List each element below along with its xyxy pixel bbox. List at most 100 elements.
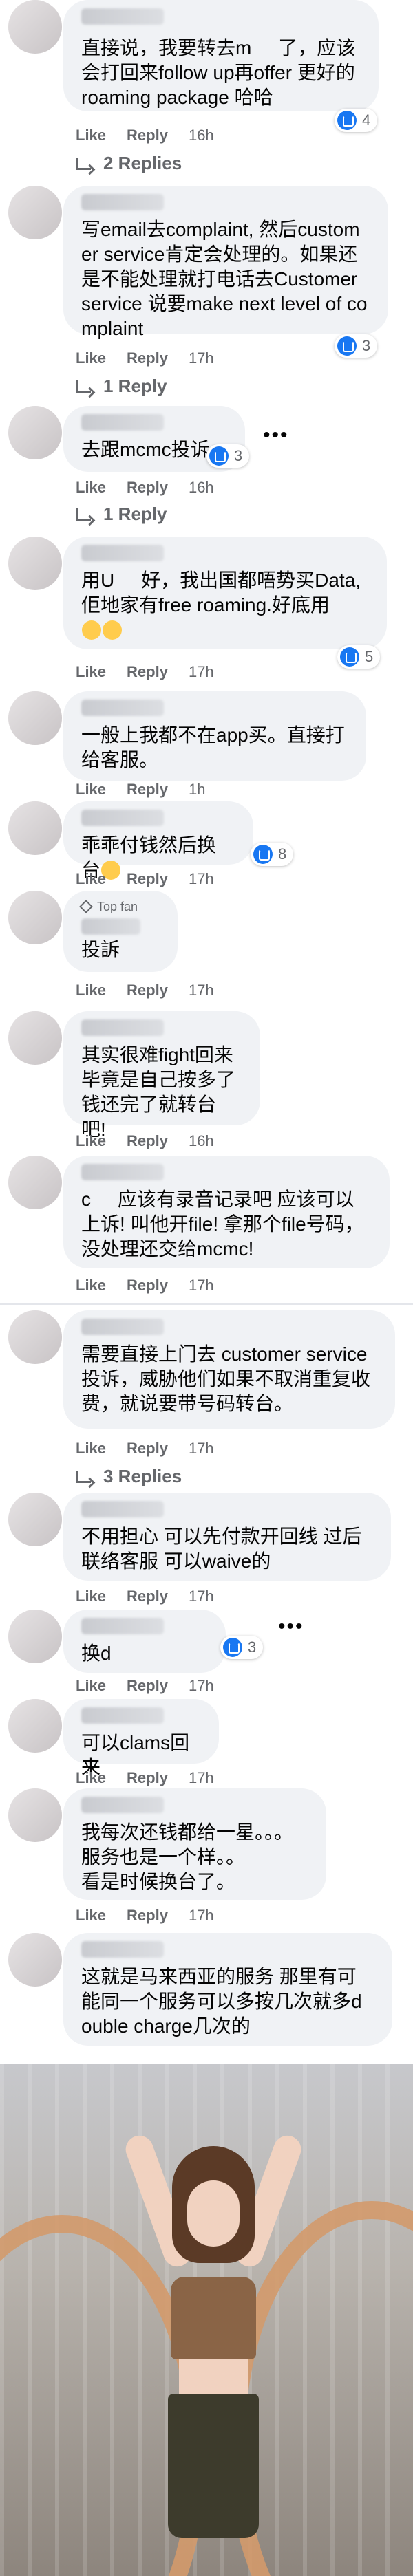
author-name-redacted[interactable] (81, 8, 164, 25)
reply-button[interactable]: Reply (127, 1769, 168, 1787)
comment-bubble: 我每次还钱都给一星。。。 服务也是一个样。。 看是时候换台了。 (63, 1788, 326, 1900)
view-replies-link[interactable]: 2 Replies (76, 153, 182, 174)
avatar[interactable] (8, 406, 62, 459)
author-name-redacted[interactable] (81, 414, 164, 431)
like-button[interactable]: Like (76, 1677, 106, 1695)
reply-button[interactable]: Reply (127, 1907, 168, 1925)
avatar[interactable] (8, 1493, 62, 1546)
comment-bubble: Top fan 投訴 (63, 891, 178, 972)
author-name-redacted[interactable] (81, 1019, 164, 1036)
reply-button[interactable]: Reply (127, 781, 168, 799)
comment: c 应该有录音记录吧 应该可以上诉! 叫他开file! 拿那个file号码，没处… (0, 1156, 413, 1300)
more-options-icon[interactable]: ••• (263, 424, 289, 447)
author-name-redacted[interactable] (81, 1319, 164, 1335)
reply-button[interactable]: Reply (127, 982, 168, 999)
timestamp: 17h (188, 349, 214, 367)
comment-bubble: 写email去complaint, 然后customer service肯定会处… (63, 186, 388, 339)
author-name-redacted[interactable] (81, 545, 164, 561)
timestamp: 1h (188, 781, 206, 798)
comment-actions: Like Reply 1h (76, 781, 205, 799)
like-reaction-icon (223, 1638, 242, 1657)
author-name-redacted[interactable] (81, 1618, 164, 1634)
like-button[interactable]: Like (76, 1440, 106, 1458)
like-button[interactable]: Like (76, 1588, 106, 1605)
reaction-count[interactable]: 8 (251, 843, 294, 866)
reaction-count[interactable]: 3 (220, 1636, 264, 1659)
reaction-count[interactable]: 4 (335, 109, 378, 132)
author-name-redacted[interactable] (81, 918, 140, 935)
comment: 需要直接上门去 customer service 投诉，威胁他们如果不取消重复收… (0, 1310, 413, 1489)
more-options-icon[interactable]: ••• (278, 1615, 304, 1638)
like-reaction-icon (337, 336, 357, 356)
comment-actions: Like Reply 17h (76, 1677, 214, 1695)
avatar[interactable] (8, 537, 62, 590)
avatar[interactable] (8, 1699, 62, 1753)
author-name-redacted[interactable] (81, 1164, 164, 1180)
reply-arrow-icon (76, 380, 91, 393)
emoji-icon (81, 619, 123, 640)
like-button[interactable]: Like (76, 1907, 106, 1925)
reply-button[interactable]: Reply (127, 663, 168, 681)
like-button[interactable]: Like (76, 781, 106, 799)
view-replies-link[interactable]: 3 Replies (76, 1466, 182, 1487)
view-replies-link[interactable]: 1 Reply (76, 376, 167, 397)
like-button[interactable]: Like (76, 870, 106, 888)
like-button[interactable]: Like (76, 479, 106, 497)
reaction-count[interactable]: 5 (337, 645, 381, 669)
avatar[interactable] (8, 1156, 62, 1209)
author-name-redacted[interactable] (81, 1707, 164, 1724)
comment-text: 用U 好，我出国都唔势买Data,佢地家有free roaming.好底用 (81, 570, 361, 616)
avatar[interactable] (8, 0, 62, 54)
comment-text: 需要直接上门去 customer service 投诉，威胁他们如果不取消重复收… (81, 1343, 373, 1414)
avatar[interactable] (8, 801, 62, 855)
reply-button[interactable]: Reply (127, 349, 168, 367)
comment-bubble: 可以clams回来 (63, 1699, 219, 1778)
reply-button[interactable]: Reply (127, 1440, 168, 1458)
reaction-count[interactable]: 3 (335, 334, 378, 358)
view-replies-link[interactable]: 1 Reply (76, 504, 167, 525)
comment: 我每次还钱都给一星。。。 服务也是一个样。。 看是时候换台了。 Like Rep… (0, 1788, 413, 1926)
comments-feed: 直接说，我要转去m 了，应该会打回来follow up再offer 更好的roa… (0, 0, 413, 2064)
like-button[interactable]: Like (76, 1132, 106, 1150)
top-fan-badge: Top fan (79, 898, 138, 916)
like-button[interactable]: Like (76, 1769, 106, 1787)
like-button[interactable]: Like (76, 663, 106, 681)
reply-button[interactable]: Reply (127, 1677, 168, 1695)
like-button[interactable]: Like (76, 349, 106, 367)
author-name-redacted[interactable] (81, 194, 164, 210)
comment-actions: Like Reply 17h (76, 1907, 214, 1925)
author-name-redacted[interactable] (81, 1941, 164, 1958)
avatar[interactable] (8, 691, 62, 745)
avatar[interactable] (8, 1933, 62, 1987)
author-name-redacted[interactable] (81, 1501, 164, 1517)
author-name-redacted[interactable] (81, 810, 164, 826)
reply-button[interactable]: Reply (127, 479, 168, 497)
avatar[interactable] (8, 1610, 62, 1663)
comment-actions: Like Reply 16h (76, 127, 214, 144)
comment-actions: Like Reply 17h (76, 1588, 214, 1605)
avatar[interactable] (8, 1011, 62, 1065)
reply-button[interactable]: Reply (127, 1588, 168, 1605)
reply-button[interactable]: Reply (127, 1132, 168, 1150)
comment: 其实很难fight回来 毕竟是自己按多了 钱还完了就转台吧! Like Repl… (0, 1011, 413, 1149)
reply-button[interactable]: Reply (127, 127, 168, 144)
avatar[interactable] (8, 1310, 62, 1364)
avatar[interactable] (8, 891, 62, 944)
section-divider (0, 1303, 413, 1305)
attached-photo[interactable] (0, 2064, 413, 2576)
comment: 写email去complaint, 然后customer service肯定会处… (0, 186, 413, 406)
like-button[interactable]: Like (76, 127, 106, 144)
like-button[interactable]: Like (76, 982, 106, 999)
reply-button[interactable]: Reply (127, 870, 168, 888)
timestamp: 17h (188, 1277, 214, 1294)
reaction-count[interactable]: 3 (206, 444, 250, 468)
comment-actions: Like Reply 17h (76, 1277, 214, 1295)
author-name-redacted[interactable] (81, 700, 164, 716)
reply-button[interactable]: Reply (127, 1277, 168, 1295)
avatar[interactable] (8, 1788, 62, 1842)
avatar[interactable] (8, 186, 62, 239)
like-reaction-icon (253, 845, 273, 864)
author-name-redacted[interactable] (81, 1797, 164, 1813)
like-reaction-icon (340, 647, 359, 667)
like-button[interactable]: Like (76, 1277, 106, 1295)
